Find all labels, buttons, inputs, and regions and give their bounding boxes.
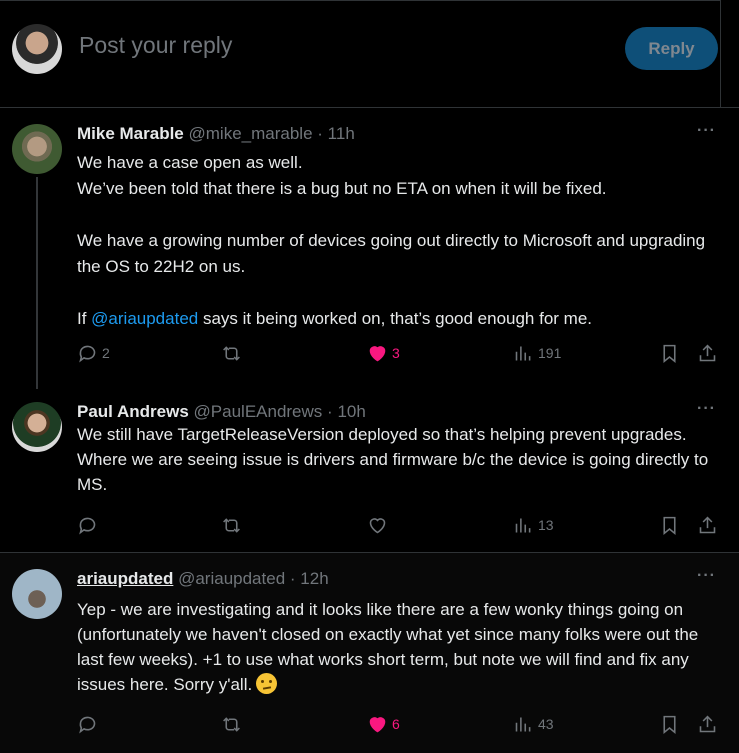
share-action[interactable] [697,713,718,735]
user-handle[interactable]: @ariaupdated [178,569,285,588]
reply-composer: Post your reply Reply [0,0,739,108]
tweet-text: We have a case open as well. We’ve been … [77,150,717,332]
more-icon[interactable]: ··· [697,567,716,585]
reply-icon [79,716,96,733]
like-count: 6 [392,716,400,732]
mention-link[interactable]: @ariaupdated [91,309,198,328]
like-icon [369,345,386,361]
confused-emoji [256,673,278,694]
reply-input[interactable]: Post your reply [79,32,232,59]
text-rest: says it being worked on, that’s good eno… [202,309,593,328]
separator: · [289,569,296,588]
text-prefix: If [77,309,92,328]
like-action[interactable]: 6 [367,713,400,735]
display-name[interactable]: ariaupdated [77,569,173,588]
timestamp[interactable]: 11h [328,124,355,143]
view-count: 13 [538,517,554,533]
tweet-actions: 2 3 191 [77,342,722,366]
share-action[interactable] [697,514,718,536]
user-handle[interactable]: @mike_marable [189,124,313,143]
views-icon [515,346,531,360]
views-action[interactable]: 191 [513,342,561,364]
tweet-paragraph: We have a growing number of devices goin… [77,231,706,276]
share-action[interactable] [697,342,718,364]
reply-icon [79,345,96,362]
tweet[interactable]: Paul Andrews @PaulEAndrews · 10h ··· We … [0,386,739,553]
separator: · [327,402,333,421]
views-action[interactable]: 43 [513,713,554,735]
separator: · [317,124,323,143]
tweet-paragraph: If @ariaupdated says it being worked on,… [77,306,717,332]
tweet-header: ariaupdated @ariaupdated · 12h [77,569,329,589]
retweet-icon [223,517,240,533]
retweet-icon [223,716,240,732]
display-name[interactable]: Paul Andrews [77,402,189,421]
avatar[interactable] [12,124,62,174]
timestamp[interactable]: 12h [300,569,328,588]
reply-action[interactable] [77,713,98,735]
tweet-body-text: Yep - we are investigating and it looks … [77,600,699,694]
tweet-actions: 13 [77,514,722,538]
reply-action[interactable]: 2 [77,342,110,364]
tweet-line: We’ve been told that there is a bug but … [77,179,607,198]
avatar[interactable] [12,569,62,619]
reply-action[interactable] [77,514,98,536]
more-icon[interactable]: ··· [697,122,716,140]
like-action[interactable] [367,514,388,536]
views-action[interactable]: 13 [513,514,554,536]
like-icon [369,716,386,732]
like-count: 3 [392,345,400,361]
views-icon [515,717,531,731]
retweet-action[interactable] [221,713,242,735]
tweet-text: We still have TargetReleaseVersion deplo… [77,425,709,494]
display-name[interactable]: Mike Marable [77,124,184,143]
bookmark-icon [663,344,676,363]
reply-icon [79,517,96,534]
tweet-header: Mike Marable @mike_marable · 11h [77,124,355,144]
more-icon[interactable]: ··· [697,400,716,418]
avatar[interactable] [12,402,62,452]
bookmark-icon [663,516,676,535]
like-icon [369,517,386,533]
retweet-icon [223,345,240,361]
current-user-avatar[interactable] [12,24,62,74]
like-action[interactable]: 3 [367,342,400,364]
view-count: 191 [538,345,562,361]
bookmark-action[interactable] [659,713,680,735]
tweet[interactable]: Mike Marable @mike_marable · 11h ··· We … [0,108,739,386]
timestamp[interactable]: 10h [337,402,365,421]
tweet[interactable]: ariaupdated @ariaupdated · 12h ··· Yep -… [0,553,739,753]
bookmark-action[interactable] [659,342,680,364]
user-handle[interactable]: @PaulEAndrews [194,402,323,421]
reply-button[interactable]: Reply [625,27,718,70]
tweet-line: We have a case open as well. [77,153,303,172]
share-icon [699,516,716,533]
view-count: 43 [538,716,554,732]
tweet-actions: 6 43 [77,713,722,737]
tweet-header: Paul Andrews @PaulEAndrews · 10h [77,402,366,422]
share-icon [699,715,716,732]
views-icon [515,518,531,532]
retweet-action[interactable] [221,342,242,364]
reply-count: 2 [102,345,110,361]
share-icon [699,344,716,361]
retweet-action[interactable] [221,514,242,536]
tweet-text: Yep - we are investigating and it looks … [77,597,717,697]
bookmark-icon [663,715,676,734]
bookmark-action[interactable] [659,514,680,536]
